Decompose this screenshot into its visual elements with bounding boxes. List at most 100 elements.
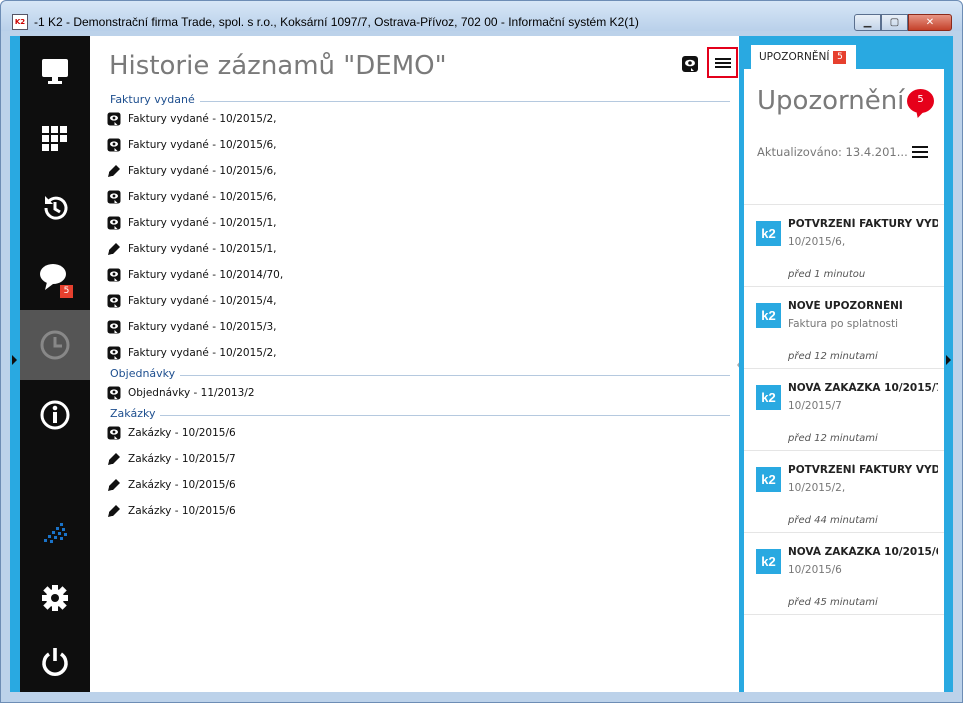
nav-power[interactable] [20, 626, 90, 696]
notifications-menu-button[interactable] [912, 146, 928, 158]
client-area: 5 Historie záznamů "DEMO" Faktury vydané… [10, 36, 953, 692]
notification-item[interactable]: k2 POTVRZENÍ FAKTURY VYD... 10/2015/2, před… [744, 450, 944, 532]
notification-time: před 45 minutami [788, 597, 878, 608]
info-icon [40, 400, 70, 430]
notifications-count-bubble: 5 [907, 89, 934, 113]
window-title: -1 K2 - Demonstrační firma Trade, spol. … [34, 15, 639, 29]
history-row[interactable]: Faktury vydané - 10/2015/2, [107, 344, 277, 362]
k2-logo-icon: k2 [756, 549, 781, 574]
section-label: Objednávky [110, 367, 181, 380]
collapse-right-arrow[interactable] [946, 355, 951, 365]
left-nav: 5 [10, 36, 90, 692]
k2-logo-icon: k2 [756, 221, 781, 246]
tab-notifications-label: UPOZORNĚNÍ [759, 51, 830, 63]
notification-item[interactable]: k2 NOVÉ UPOZORNĚNÍ Faktura po splatnosti př… [744, 286, 944, 368]
history-row[interactable]: Zakázky - 10/2015/6 [107, 476, 236, 494]
tab-notifications-badge: 5 [833, 50, 847, 64]
close-button[interactable]: ✕ [908, 14, 952, 31]
section-label: Zakázky [110, 407, 161, 420]
notification-subtitle: 10/2015/2, [788, 482, 846, 494]
nav-messages[interactable]: 5 [20, 242, 90, 312]
notification-item[interactable]: k2 NOVÁ ZAKÁZKA 10/2015/6 10/2015/6 před 45… [744, 532, 944, 614]
collapse-left-arrow[interactable] [12, 355, 17, 365]
history-row[interactable]: Faktury vydané - 10/2015/1, [107, 240, 277, 258]
updated-timestamp: Aktualizováno: 13.4.201... [757, 145, 908, 159]
view-icon [107, 386, 121, 400]
notification-item[interactable]: k2 NOVÁ ZAKÁZKA 10/2015/7 10/2015/7 před 12… [744, 368, 944, 450]
nav-k2-logo[interactable] [20, 498, 90, 568]
notification-title: NOVÉ UPOZORNĚNÍ [788, 300, 903, 312]
history-row[interactable]: Faktury vydané - 10/2015/6, [107, 188, 277, 206]
minimize-button[interactable]: ▁ [854, 14, 881, 31]
messages-badge: 5 [60, 285, 73, 298]
pencil-icon [107, 452, 121, 466]
window-controls: ▁ ▢ ✕ [854, 14, 952, 31]
history-row-label: Faktury vydané - 10/2015/1, [128, 243, 277, 255]
notification-time: před 1 minutou [788, 269, 866, 280]
view-icon [107, 346, 121, 360]
history-row-label: Objednávky - 11/2013/2 [128, 387, 255, 399]
notification-title: POTVRZENÍ FAKTURY VYD... [788, 464, 938, 476]
view-icon [107, 190, 121, 204]
view-icon [107, 426, 121, 440]
notification-title: NOVÁ ZAKÁZKA 10/2015/7 [788, 382, 938, 394]
document-view-icon [682, 56, 698, 72]
nav-recent[interactable] [20, 310, 90, 380]
notification-subtitle: Faktura po splatnosti [788, 318, 899, 330]
view-mode-button[interactable] [680, 54, 700, 74]
tab-notifications[interactable]: UPOZORNĚNÍ 5 [751, 45, 856, 69]
k2-logo-icon: k2 [756, 467, 781, 492]
history-row[interactable]: Objednávky - 11/2013/2 [107, 384, 255, 402]
pencil-icon [107, 164, 121, 178]
history-row[interactable]: Zakázky - 10/2015/7 [107, 450, 236, 468]
menu-button[interactable] [707, 47, 738, 78]
section-header: Faktury vydané [110, 93, 730, 109]
notification-title: NOVÁ ZAKÁZKA 10/2015/6 [788, 546, 938, 558]
apps-grid-icon [42, 126, 67, 151]
history-row[interactable]: Zakázky - 10/2015/6 [107, 424, 236, 442]
page-title: Historie záznamů "DEMO" [109, 51, 447, 81]
title-bar[interactable]: K2 -1 K2 - Demonstrační firma Trade, spo… [1, 1, 962, 31]
notification-list-end [744, 614, 944, 615]
history-row-label: Faktury vydané - 10/2015/6, [128, 165, 277, 177]
history-row[interactable]: Faktury vydané - 10/2015/6, [107, 162, 277, 180]
k2-logo-icon [44, 523, 67, 543]
history-row[interactable]: Faktury vydané - 10/2015/3, [107, 318, 277, 336]
app-icon[interactable]: K2 [12, 14, 28, 30]
history-row-label: Faktury vydané - 10/2015/2, [128, 347, 277, 359]
k2-logo-icon: k2 [756, 303, 781, 328]
monitor-icon [42, 59, 68, 84]
history-row[interactable]: Zakázky - 10/2015/6 [107, 502, 236, 520]
history-row-label: Zakázky - 10/2015/6 [128, 479, 236, 491]
maximize-button[interactable]: ▢ [881, 14, 908, 31]
notification-time: před 44 minutami [788, 515, 878, 526]
history-row[interactable]: Faktury vydané - 10/2015/1, [107, 214, 277, 232]
history-row-label: Zakázky - 10/2015/7 [128, 453, 236, 465]
notification-time: před 12 minutami [788, 433, 878, 444]
nav-info[interactable] [20, 380, 90, 450]
notification-item[interactable]: k2 POTVRZENÍ FAKTURY VYD... 10/2015/6, před… [744, 204, 944, 286]
history-panel: Historie záznamů "DEMO" Faktury vydané Fa… [90, 36, 739, 692]
section-label: Faktury vydané [110, 93, 200, 106]
history-row[interactable]: Faktury vydané - 10/2015/6, [107, 136, 277, 154]
pencil-icon [107, 504, 121, 518]
notification-subtitle: 10/2015/6 [788, 564, 842, 576]
view-icon [107, 112, 121, 126]
nav-history[interactable] [20, 173, 90, 243]
section-divider [110, 375, 730, 376]
k2-logo-icon: k2 [756, 385, 781, 410]
view-icon [107, 138, 121, 152]
nav-apps[interactable] [20, 104, 90, 174]
history-row-label: Faktury vydané - 10/2015/6, [128, 191, 277, 203]
gear-icon [42, 585, 68, 611]
history-row-label: Faktury vydané - 10/2015/4, [128, 295, 277, 307]
history-row[interactable]: Faktury vydané - 10/2015/2, [107, 110, 277, 128]
close-icon: ✕ [925, 17, 935, 28]
hamburger-menu-icon [714, 57, 731, 68]
history-row[interactable]: Faktury vydané - 10/2014/70, [107, 266, 283, 284]
nav-settings[interactable] [20, 563, 90, 633]
notification-subtitle: 10/2015/6, [788, 236, 846, 248]
notification-title: POTVRZENÍ FAKTURY VYD... [788, 218, 938, 230]
history-row[interactable]: Faktury vydané - 10/2015/4, [107, 292, 277, 310]
nav-dashboard[interactable] [20, 36, 90, 106]
